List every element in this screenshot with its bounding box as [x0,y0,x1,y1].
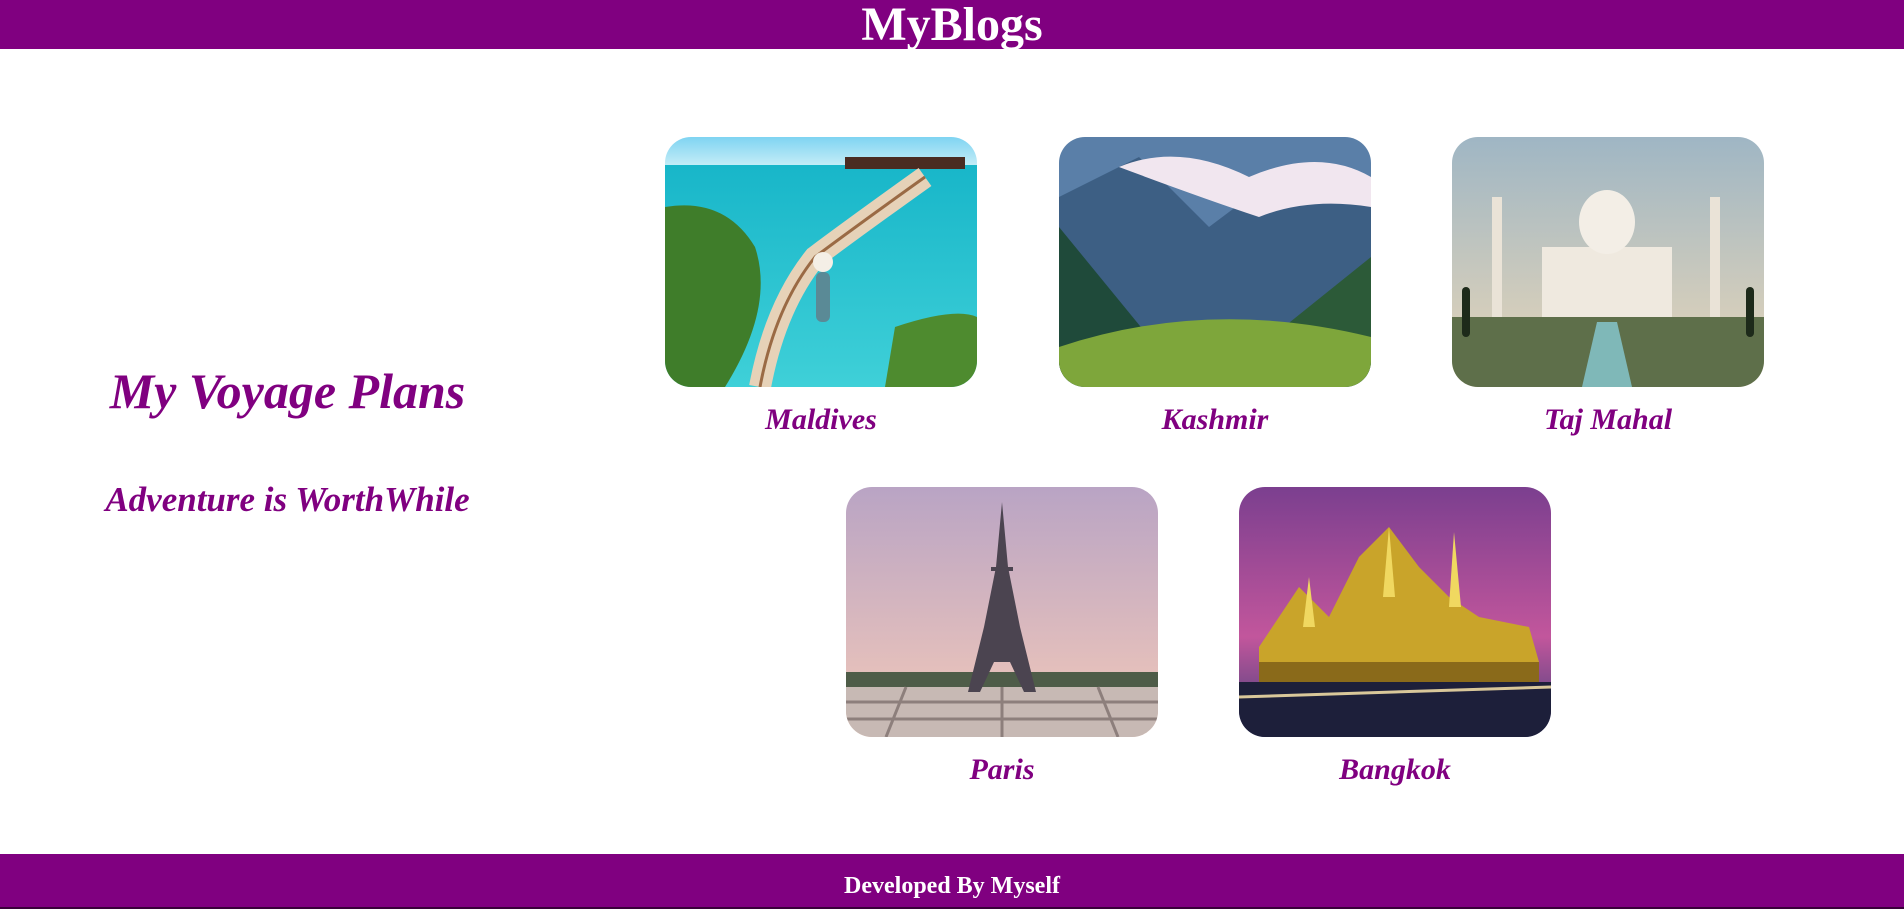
intro-title: My Voyage Plans [109,363,466,419]
site-header: MyBlogs [0,0,1904,49]
bangkok-photo[interactable] [1239,487,1551,737]
intro-subtitle: Adventure is WorthWhile [105,480,470,519]
destination-card-maldives[interactable]: Maldives [665,137,977,437]
destination-card-taj-mahal[interactable]: Taj Mahal [1452,137,1764,437]
footer-text: Developed By Myself [844,873,1060,899]
destination-card-bangkok[interactable]: Bangkok [1239,487,1551,787]
destination-name: Taj Mahal [1543,403,1673,436]
destination-name: Paris [969,753,1035,786]
destination-card-kashmir[interactable]: Kashmir [1059,137,1371,437]
destination-name: Kashmir [1161,403,1269,436]
destination-name: Maldives [765,403,877,436]
destination-card-paris[interactable]: Paris [846,487,1158,787]
site-title: MyBlogs [861,0,1043,51]
site-footer: Developed By Myself [0,854,1904,909]
kashmir-photo[interactable] [1059,137,1371,387]
destination-name: Bangkok [1339,753,1451,786]
maldives-photo[interactable] [665,137,977,387]
paris-photo[interactable] [846,487,1158,737]
taj-mahal-photo[interactable] [1452,137,1764,387]
